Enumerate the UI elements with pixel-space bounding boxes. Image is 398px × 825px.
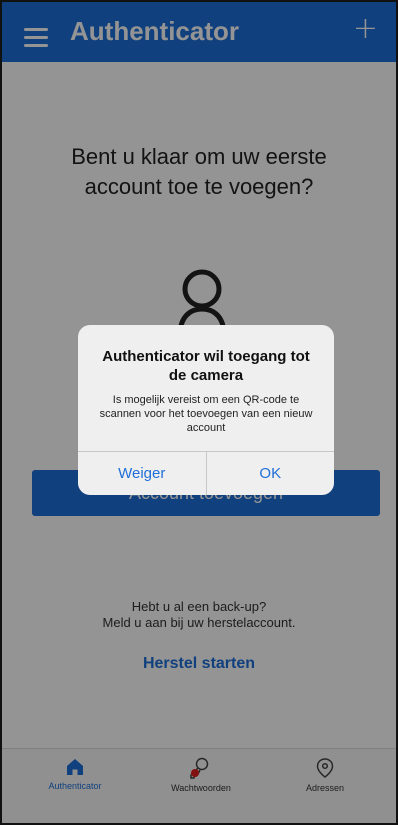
dialog-actions: Weiger OK xyxy=(78,451,334,495)
app-screen: Authenticator + Bent u klaar om uw eerst… xyxy=(0,0,398,825)
dialog-message: Is mogelijk vereist om een QR-code te sc… xyxy=(99,394,313,434)
ok-button[interactable]: OK xyxy=(207,452,335,495)
dialog-title: Authenticator wil toegang tot de camera xyxy=(102,348,310,384)
camera-permission-dialog: Authenticator wil toegang tot de camera … xyxy=(78,325,334,495)
deny-button[interactable]: Weiger xyxy=(78,452,207,495)
